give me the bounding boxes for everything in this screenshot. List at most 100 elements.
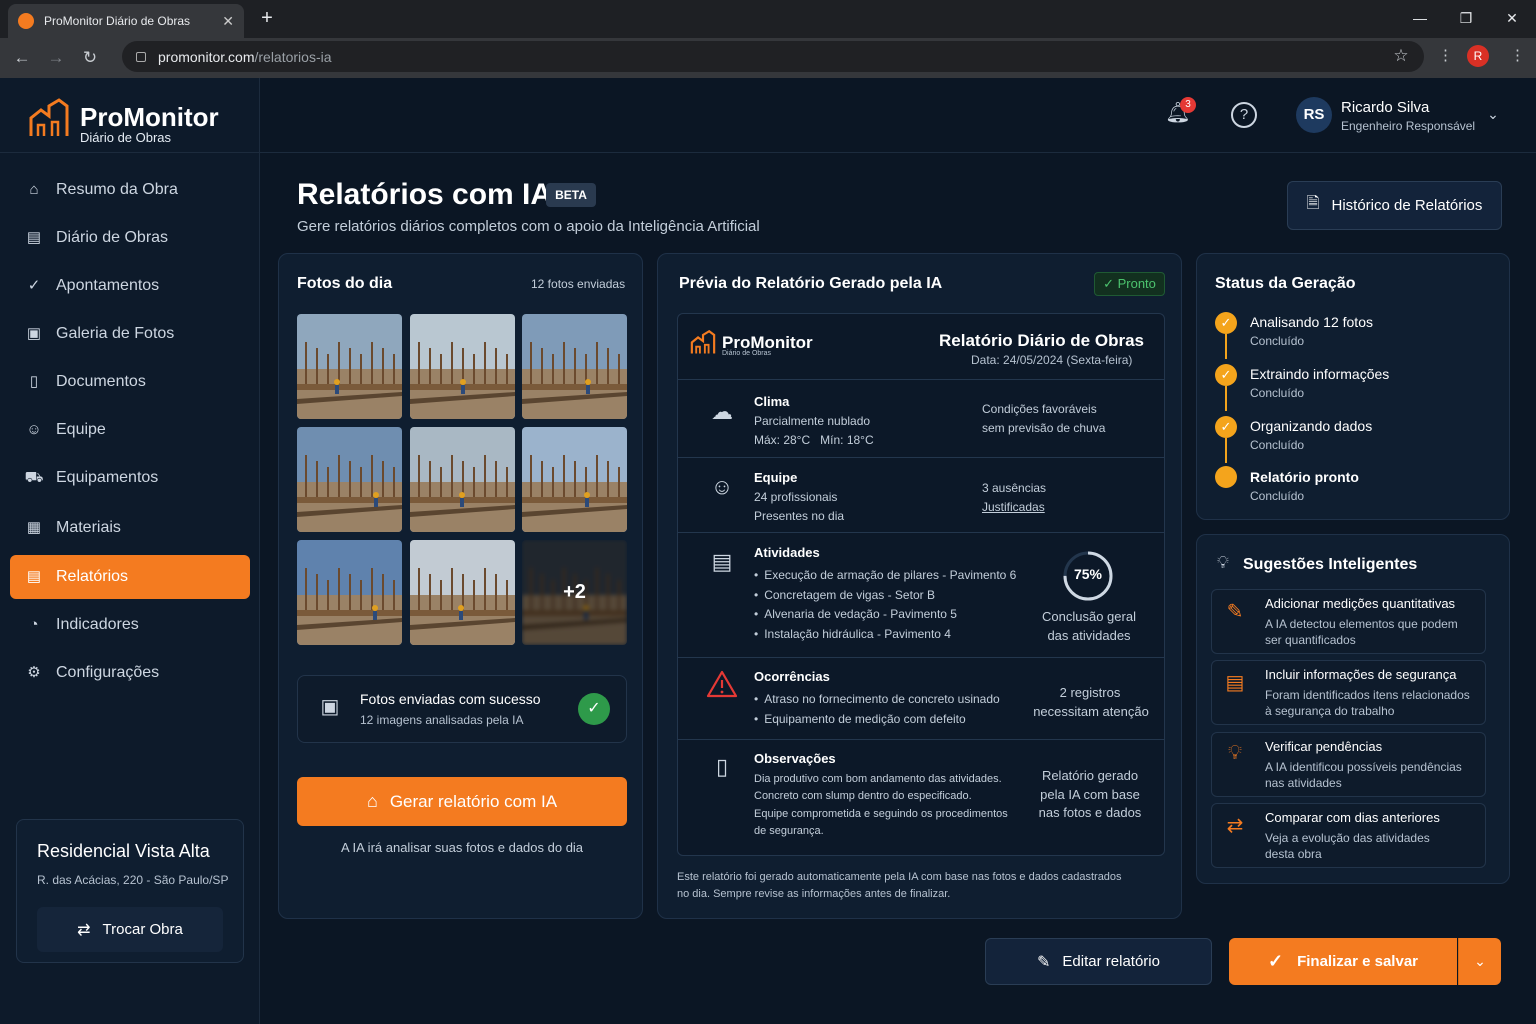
report-divider	[678, 532, 1164, 533]
absences-justified-link[interactable]: Justificadas	[982, 498, 1045, 517]
brand-logo[interactable]: ProMonitor Diário de Obras	[28, 96, 248, 148]
suggestion-item[interactable]: 💡︎ Verificar pendências A IA identificou p…	[1211, 732, 1486, 797]
photo-thumbnail[interactable]	[410, 314, 515, 419]
sidebar-item-label: Apontamentos	[56, 277, 160, 294]
suggestion-item[interactable]: ⇄ Comparar com dias anteriores Veja a evol…	[1211, 803, 1486, 868]
observacoes-line: Dia produtivo com bom andamento das ativ…	[754, 773, 1002, 785]
user-name[interactable]: Ricardo Silva	[1341, 99, 1429, 116]
step-current-dot	[1215, 466, 1237, 488]
image-icon: ▣	[26, 325, 42, 342]
suggestion-text: A IA detectou elementos que podem	[1265, 617, 1458, 631]
browser-profile-avatar[interactable]: R	[1467, 45, 1489, 67]
observacoes-right-line: nas fotos e dados	[1038, 805, 1142, 820]
generate-report-label: Gerar relatório com IA	[389, 791, 558, 811]
brand-name: ProMonitor	[80, 102, 219, 132]
sidebar-item-galeria-de-fotos[interactable]: ▣ Galeria de Fotos	[10, 312, 250, 356]
restore-icon[interactable]: ❐	[1454, 8, 1478, 28]
tab-title: ProMonitor Diário de Obras	[44, 14, 191, 28]
sidebar-item-label: Relatórios	[56, 568, 129, 585]
sidebar-item-materiais[interactable]: ▦ Materiais	[10, 506, 250, 550]
sidebar-item-equipe[interactable]: ☺ Equipe	[10, 408, 250, 452]
suggestion-text: nas atividades	[1265, 776, 1342, 790]
finalize-options-chevron-icon[interactable]: ⌄	[1458, 938, 1501, 985]
favicon-icon	[18, 13, 34, 29]
url-field[interactable]: promonitor.com/relatorios-ia	[122, 41, 1424, 72]
finalize-save-button[interactable]: ✓ Finalizar e salvar	[1229, 938, 1457, 985]
help-icon[interactable]: ?	[1231, 102, 1257, 128]
forward-icon[interactable]: →	[43, 45, 69, 71]
activity-item: Alvenaria de vedação - Pavimento 5	[754, 605, 1016, 625]
lightbulb-icon: 💡︎	[1217, 553, 1229, 572]
switch-project-button[interactable]: ⇄ Trocar Obra	[37, 907, 223, 952]
user-avatar[interactable]: RS	[1296, 97, 1332, 133]
sidebar-item-label: Galeria de Fotos	[56, 325, 175, 342]
sidebar-item-label: Equipe	[56, 421, 106, 438]
pencil-icon: ✎	[1037, 953, 1051, 971]
report-history-button[interactable]: 🗎︎ Histórico de Relatórios	[1287, 181, 1502, 230]
observacoes-right-line: pela IA com base	[1040, 786, 1140, 802]
step-done-icon: ✓	[1215, 416, 1237, 438]
reload-icon[interactable]: ↻	[77, 45, 103, 71]
browser-menu-icon[interactable]: ⋮	[1510, 44, 1525, 68]
sidebar-item-indicadores[interactable]: ◔ Indicadores	[10, 603, 250, 647]
sidebar-item-documentos[interactable]: ▯ Documentos	[10, 360, 250, 404]
user-menu-chevron-icon[interactable]: ⌄	[1484, 106, 1502, 124]
atividades-heading: Atividades	[754, 545, 820, 560]
header-divider	[260, 152, 1536, 153]
photo-thumbnail[interactable]	[522, 427, 627, 532]
suggestion-item[interactable]: ✎ Adicionar medições quantitativas A IA de…	[1211, 589, 1486, 654]
clima-heading: Clima	[754, 394, 790, 409]
extensions-menu-icon[interactable]: ⋮	[1438, 44, 1453, 68]
photo-thumbnail[interactable]	[410, 540, 515, 645]
sidebar-item-equipamentos[interactable]: ⛟ Equipamentos	[10, 456, 250, 500]
notes-doc-icon: ▯	[715, 754, 729, 779]
observacoes-line: Concreto com slump dentro do especificad…	[754, 790, 972, 803]
window-close-icon[interactable]: ✕	[1500, 8, 1524, 28]
project-name: Residencial Vista Alta	[37, 841, 210, 861]
sidebar-divider	[0, 152, 260, 153]
more-photos-tile[interactable]: +2	[522, 540, 627, 645]
suggestion-item[interactable]: ▤ Incluir informações de segurança Foram i…	[1211, 660, 1486, 725]
photo-thumbnail[interactable]	[410, 427, 515, 532]
report-history-label: Histórico de Relatórios	[1331, 197, 1483, 214]
sidebar-item-resumo-da-obra[interactable]: ⌂ Resumo da Obra	[10, 168, 250, 212]
step-done-icon: ✓	[1215, 364, 1237, 386]
bookmark-star-icon[interactable]: ☆	[1391, 44, 1411, 68]
site-info-icon[interactable]	[136, 51, 146, 62]
check-icon: ✓	[1268, 951, 1284, 971]
sidebar-item-relatorios[interactable]: ▤ Relatórios	[10, 555, 250, 599]
sidebar-item-diario-de-obras[interactable]: ▤ Diário de Obras	[10, 216, 250, 260]
sidebar-item-configuracoes[interactable]: ⚙ Configurações	[10, 651, 250, 695]
image-icon: ▣	[320, 696, 340, 718]
observacoes-line: de segurança.	[754, 824, 824, 837]
promonitor-logo-icon	[29, 98, 69, 136]
tab-close-icon[interactable]: ✕	[222, 13, 234, 30]
truck-icon: ⛟	[24, 469, 44, 486]
photo-thumbnail[interactable]	[297, 540, 402, 645]
new-tab-button[interactable]: +	[256, 6, 278, 30]
back-icon[interactable]: ←	[9, 45, 35, 71]
activity-item: Instalação hidráulica - Pavimento 4	[754, 625, 1016, 645]
report-icon: ▤	[26, 568, 42, 585]
photo-thumbnail[interactable]	[522, 314, 627, 419]
progress-value: 75%	[1073, 566, 1103, 582]
report-title: Relatório Diário de Obras	[939, 331, 1144, 350]
report-divider	[678, 379, 1164, 380]
browser-tab[interactable]: ProMonitor Diário de Obras ✕	[8, 4, 244, 38]
photo-thumbnail[interactable]	[297, 427, 402, 532]
url-host: promonitor.com	[158, 48, 255, 65]
sidebar-item-apontamentos[interactable]: ✓ Apontamentos	[10, 264, 250, 308]
edit-report-button[interactable]: ✎ Editar relatório	[985, 938, 1212, 985]
ocorrencias-heading: Ocorrências	[754, 669, 830, 684]
report-divider	[678, 739, 1164, 740]
sidebar-item-label: Materiais	[56, 519, 121, 536]
minimize-icon[interactable]: —	[1408, 8, 1432, 28]
occurrence-item: Equipamento de medição com defeito	[754, 710, 1000, 730]
ai-building-icon: ⌂	[366, 791, 378, 811]
photo-thumbnail[interactable]	[297, 314, 402, 419]
step-done-icon: ✓	[1215, 312, 1237, 334]
notifications-badge: 3	[1180, 97, 1196, 113]
disclaimer-line: no dia. Sempre revise as informações ant…	[677, 888, 951, 900]
beta-badge: BETA	[546, 183, 596, 207]
generate-report-button[interactable]: ⌂ Gerar relatório com IA	[297, 777, 627, 826]
